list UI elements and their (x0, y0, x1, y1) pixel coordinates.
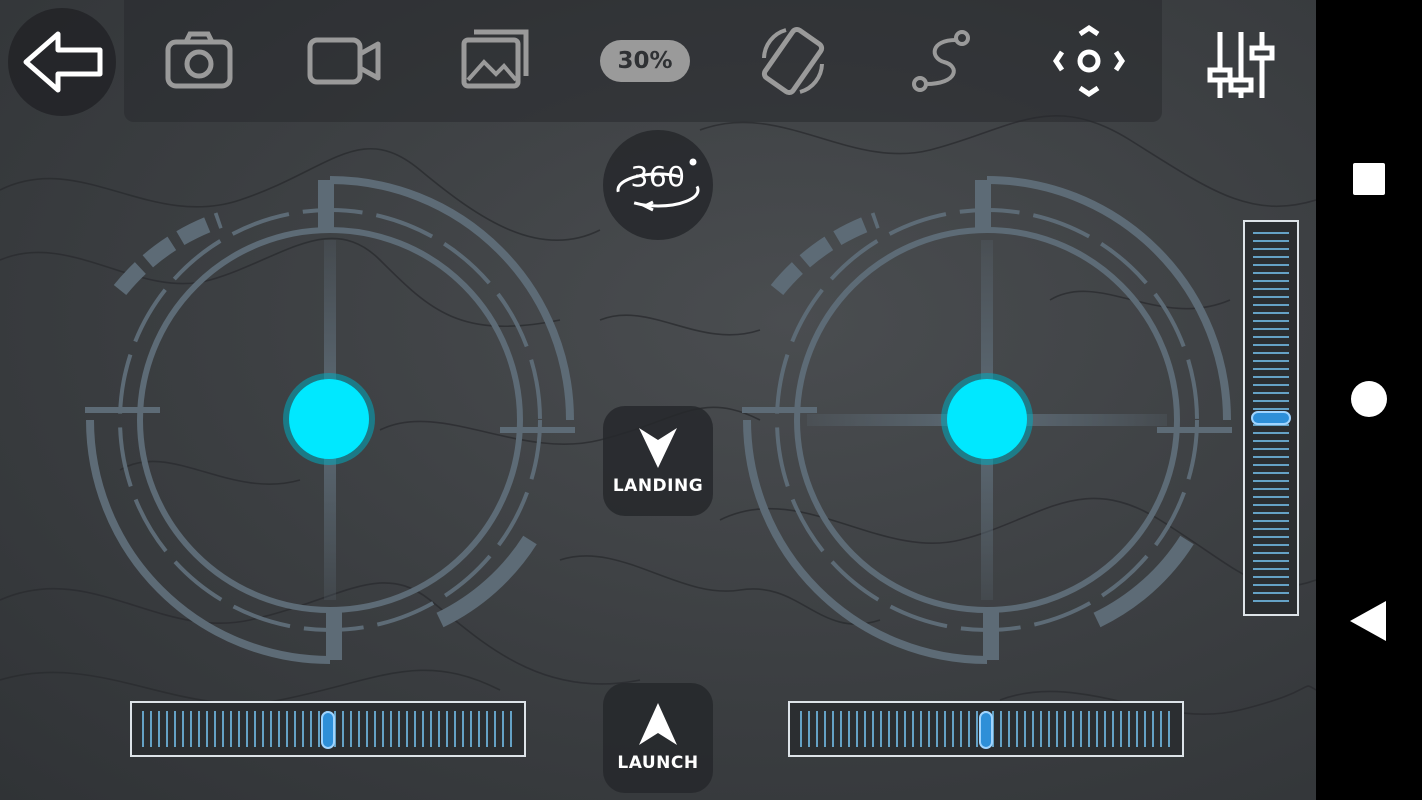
home-icon (1351, 381, 1387, 417)
launch-button[interactable]: LAUNCH (603, 683, 713, 793)
camera-button[interactable] (156, 18, 242, 104)
left-trim-slider[interactable] (130, 701, 526, 757)
right-joystick-knob[interactable] (947, 379, 1027, 459)
right-trim-thumb[interactable] (979, 711, 993, 749)
recent-apps-button[interactable] (1334, 144, 1404, 214)
flight-path-icon (912, 30, 970, 92)
launch-label: LAUNCH (617, 753, 699, 773)
flight-path-button[interactable] (900, 18, 986, 104)
flip-360-button[interactable]: 360 (603, 130, 713, 240)
top-toolbar: 30% (124, 0, 1275, 122)
launch-arrow-icon (639, 703, 677, 745)
settings-sliders-icon (1207, 32, 1275, 98)
gallery-icon (461, 29, 529, 89)
headless-mode-button[interactable] (1046, 18, 1132, 104)
recent-apps-icon (1353, 163, 1385, 195)
settings-button[interactable] (1198, 18, 1284, 104)
back-icon (1350, 601, 1386, 641)
gallery-button[interactable] (450, 18, 536, 104)
landing-button[interactable]: LANDING (603, 406, 713, 516)
back-button[interactable] (8, 8, 116, 116)
back-arrow-icon (23, 31, 103, 93)
video-camera-icon (307, 37, 381, 85)
camera-icon (165, 31, 233, 89)
back-nav-button[interactable] (1334, 586, 1404, 656)
speed-badge[interactable]: 30% (600, 40, 690, 82)
landing-arrow-icon (639, 428, 677, 468)
vertical-trim-thumb[interactable] (1251, 411, 1291, 425)
video-button[interactable] (300, 18, 386, 104)
rotate-button[interactable] (750, 18, 836, 104)
system-navigation-bar (1316, 0, 1422, 800)
left-trim-thumb[interactable] (321, 711, 335, 749)
right-trim-slider[interactable] (788, 701, 1184, 757)
headless-mode-icon (1052, 24, 1126, 98)
rotate-screen-icon (761, 26, 825, 96)
flip-360-label: 360 (630, 160, 686, 193)
left-joystick-knob[interactable] (289, 379, 369, 459)
vertical-trim-slider[interactable] (1243, 220, 1299, 616)
controller-screen: 30% 360 LANDING LAUNCH (0, 0, 1316, 800)
landing-label: LANDING (612, 476, 704, 496)
home-button[interactable] (1334, 364, 1404, 434)
